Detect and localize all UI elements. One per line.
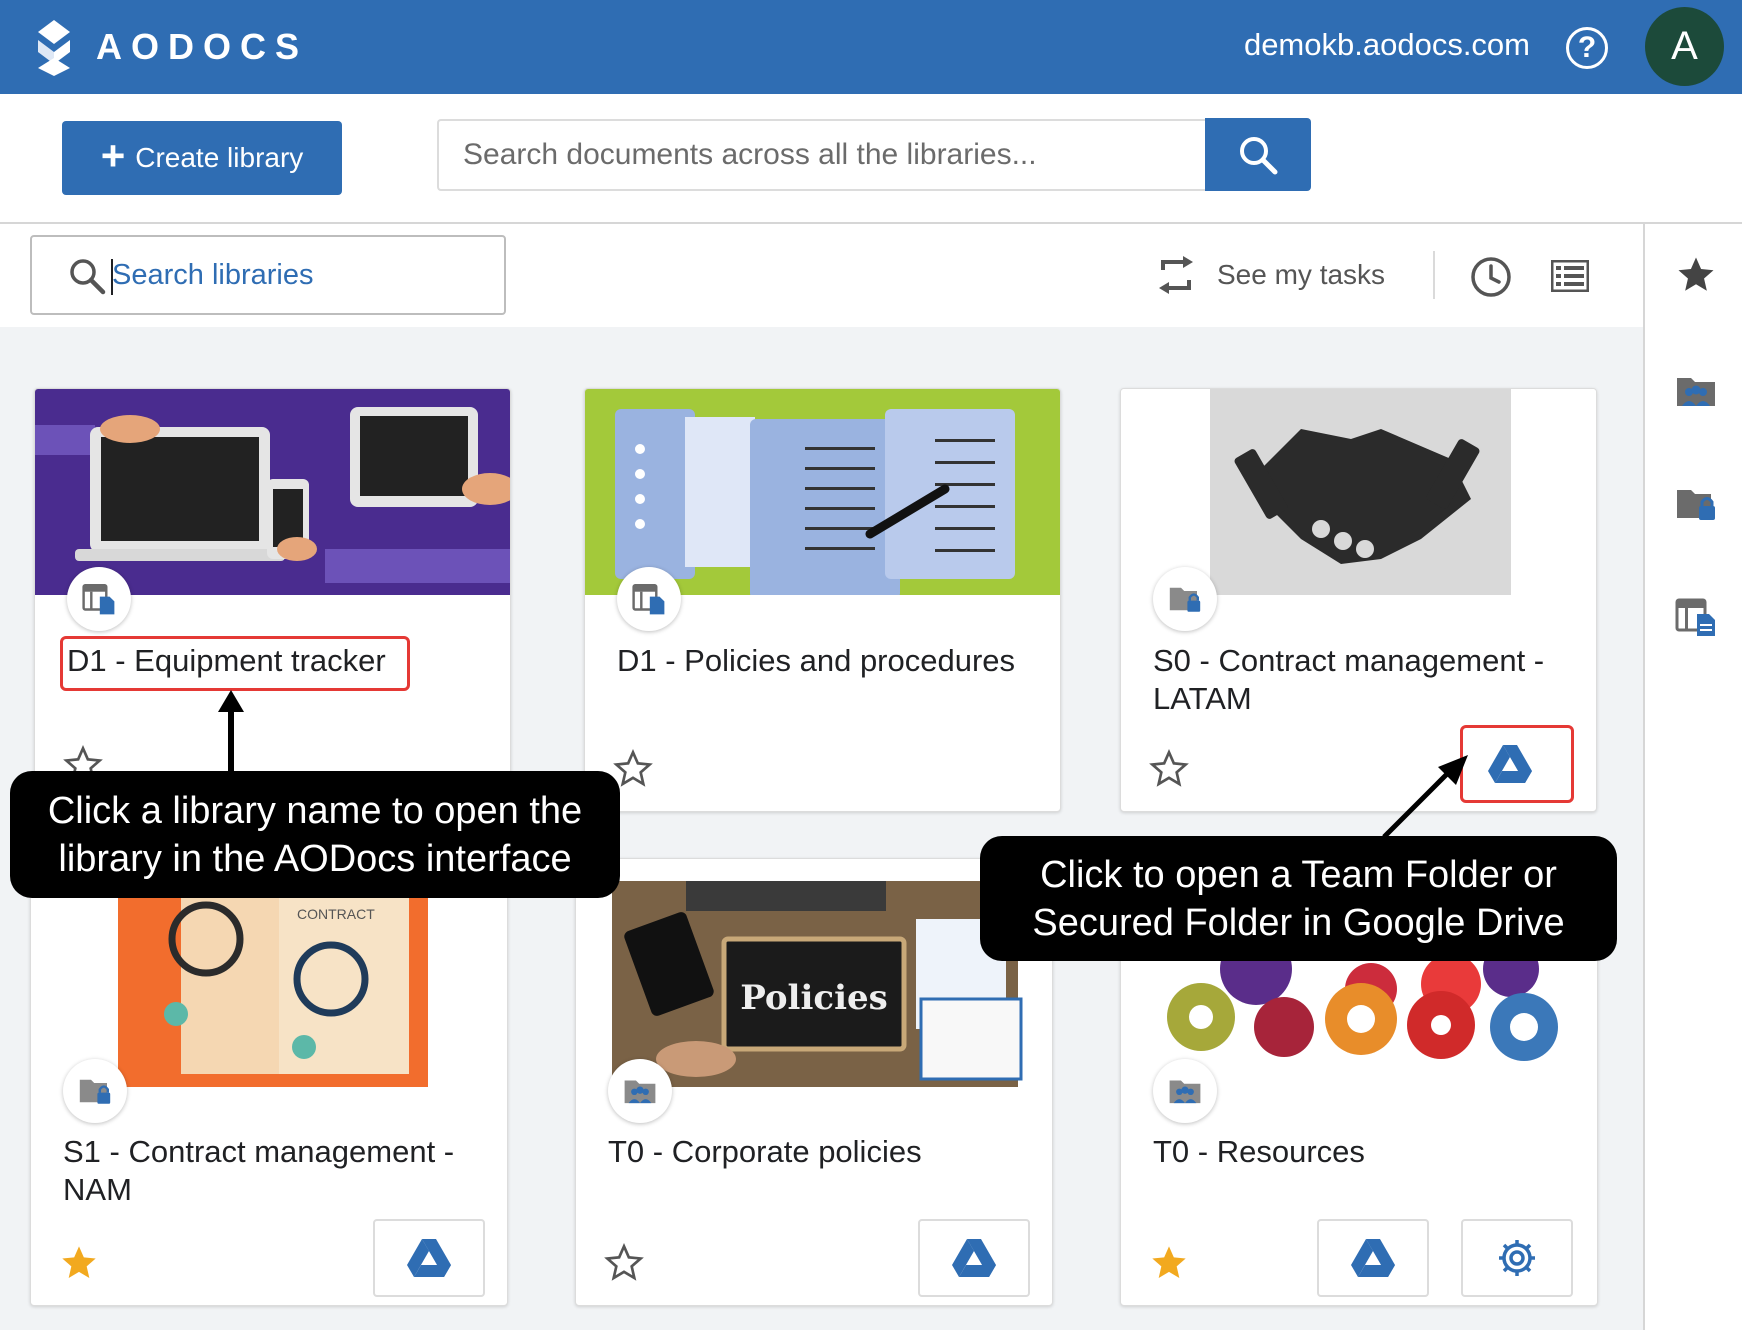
library-icon [632, 584, 665, 615]
see-my-tasks-label: See my tasks [1217, 259, 1386, 290]
domain-label: demokb.aodocs.com [1243, 27, 1530, 62]
library-settings-button[interactable] [1461, 1219, 1573, 1297]
library-card[interactable]: CONTRACT S1 - Contract management - NAM [30, 858, 508, 1306]
callout-drive-button: Click to open a Team Folder or Secured F… [980, 836, 1617, 961]
library-name-link[interactable]: T0 - Corporate policies [608, 1133, 1028, 1171]
library-filter-bar: Search libraries See my tasks [0, 224, 1643, 327]
team-folder-icon [624, 1080, 656, 1104]
global-search-button[interactable] [1205, 118, 1311, 191]
help-icon[interactable]: ? [1566, 27, 1608, 69]
app-header: AODOCS demokb.aodocs.com ? A [0, 0, 1742, 94]
library-banner-image [1121, 389, 1596, 595]
callout-arrow [218, 690, 244, 774]
right-rail [1643, 224, 1742, 1330]
list-view-icon[interactable] [1551, 260, 1589, 292]
google-drive-icon [407, 1239, 451, 1277]
team-folder-icon[interactable] [1675, 372, 1717, 410]
star-outline-icon[interactable] [1149, 749, 1189, 789]
library-card[interactable]: D1 - Policies and procedures [584, 388, 1061, 812]
star-filled-icon[interactable] [1149, 1243, 1189, 1283]
library-name-link[interactable]: D1 - Policies and procedures [617, 642, 1036, 680]
create-library-label: Create library [135, 142, 304, 173]
aodocs-logo-icon [38, 20, 70, 76]
divider [1433, 251, 1435, 299]
library-type-badge [608, 1059, 672, 1123]
toolbar: + Create library Search documents across… [0, 94, 1742, 224]
search-icon [70, 259, 106, 295]
callout-library-name: Click a library name to open the library… [10, 771, 620, 898]
callout-arrow [1382, 755, 1468, 839]
team-folder-icon [1169, 1080, 1201, 1104]
library-banner-image [585, 389, 1060, 595]
secured-folder-icon[interactable] [1675, 484, 1717, 524]
plus-icon: + [100, 132, 126, 179]
library-type-badge [67, 567, 131, 631]
highlight-library-name [60, 636, 410, 691]
gear-icon [1499, 1240, 1535, 1276]
library-type-badge [617, 567, 681, 631]
user-avatar[interactable]: A [1645, 7, 1724, 86]
library-name-link[interactable]: S0 - Contract management - LATAM [1153, 642, 1572, 718]
open-in-drive-button[interactable] [918, 1219, 1030, 1297]
see-my-tasks-button[interactable]: See my tasks [1157, 254, 1385, 296]
library-banner-image [35, 389, 510, 595]
create-library-button[interactable]: + Create library [62, 121, 342, 195]
star-icon[interactable] [1675, 254, 1717, 296]
library-type-badge [63, 1059, 127, 1123]
star-outline-icon[interactable] [613, 749, 653, 789]
library-name-link[interactable]: S1 - Contract management - NAM [63, 1133, 483, 1209]
library-type-badge [1153, 1059, 1217, 1123]
secured-folder-icon [1169, 587, 1201, 612]
google-drive-icon [952, 1239, 996, 1277]
secured-folder-icon [79, 1079, 111, 1104]
recent-clock-icon[interactable] [1470, 256, 1512, 298]
open-in-drive-button[interactable] [1317, 1219, 1429, 1297]
aodocs-logo[interactable]: AODOCS [30, 18, 308, 76]
library-icon[interactable] [1675, 596, 1717, 638]
library-card[interactable]: D1 - Equipment tracker [34, 388, 511, 808]
brand-name: AODOCS [96, 26, 309, 67]
star-filled-icon[interactable] [59, 1243, 99, 1283]
policies-banner-text: Policies [740, 978, 888, 1018]
google-drive-icon [1351, 1239, 1395, 1277]
search-libraries-placeholder: Search libraries [112, 259, 314, 291]
library-icon [82, 584, 115, 615]
tasks-sync-icon [1159, 256, 1193, 294]
library-type-badge [1153, 567, 1217, 631]
search-icon [1240, 136, 1278, 174]
library-name-link[interactable]: T0 - Resources [1153, 1133, 1573, 1171]
search-libraries-input[interactable]: Search libraries [30, 235, 506, 315]
global-search-input[interactable]: Search documents across all the librarie… [437, 119, 1206, 191]
open-in-drive-button[interactable] [373, 1219, 485, 1297]
highlight-drive-button [1460, 725, 1574, 803]
contract-banner-text: CONTRACT [297, 906, 375, 922]
star-outline-icon[interactable] [604, 1243, 644, 1283]
